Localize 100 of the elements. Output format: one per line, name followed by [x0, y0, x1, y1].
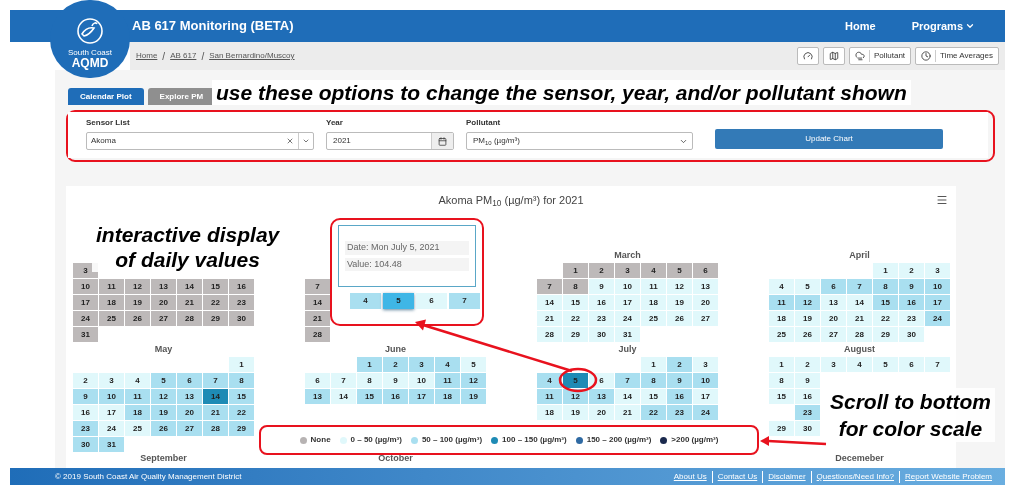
- day-cell[interactable]: 1: [357, 357, 382, 372]
- day-cell[interactable]: 8: [769, 373, 794, 388]
- day-cell[interactable]: 5: [873, 357, 898, 372]
- day-cell[interactable]: 11: [537, 389, 562, 404]
- day-cell[interactable]: 18: [537, 405, 562, 420]
- day-cell[interactable]: 5: [383, 293, 414, 309]
- day-cell[interactable]: 29: [229, 421, 254, 436]
- day-cell[interactable]: 10: [615, 279, 640, 294]
- day-cell[interactable]: 3: [99, 373, 124, 388]
- day-cell[interactable]: 20: [177, 405, 202, 420]
- day-cell[interactable]: 20: [589, 405, 614, 420]
- day-cell[interactable]: 26: [125, 311, 150, 326]
- day-cell[interactable]: 11: [641, 279, 666, 294]
- nav-link[interactable]: Home: [845, 17, 876, 35]
- day-cell[interactable]: 1: [229, 357, 254, 372]
- day-cell[interactable]: 28: [847, 327, 872, 342]
- day-cell[interactable]: 11: [99, 279, 124, 294]
- day-cell[interactable]: 20: [821, 311, 846, 326]
- day-cell[interactable]: 2: [667, 357, 692, 372]
- day-cell[interactable]: 4: [537, 373, 562, 388]
- day-cell[interactable]: 22: [563, 311, 588, 326]
- day-cell[interactable]: 26: [667, 311, 692, 326]
- update-chart-button[interactable]: Update Chart: [715, 129, 943, 149]
- day-cell[interactable]: 13: [151, 279, 176, 294]
- day-cell[interactable]: 2: [795, 357, 820, 372]
- day-cell[interactable]: 20: [151, 295, 176, 310]
- day-cell[interactable]: 26: [795, 327, 820, 342]
- day-cell[interactable]: 23: [795, 405, 820, 420]
- day-cell[interactable]: 11: [125, 389, 150, 404]
- day-cell[interactable]: 1: [641, 357, 666, 372]
- day-cell[interactable]: 21: [847, 311, 872, 326]
- day-cell[interactable]: 31: [99, 437, 124, 452]
- day-cell[interactable]: 7: [537, 279, 562, 294]
- toolbar-button[interactable]: Time Averages: [915, 47, 999, 65]
- day-cell[interactable]: 10: [409, 373, 434, 388]
- pollutant-select[interactable]: PM$_{10}$ (µg/m³): [466, 132, 693, 150]
- day-cell[interactable]: 24: [99, 421, 124, 436]
- day-cell[interactable]: 5: [795, 279, 820, 294]
- day-cell[interactable]: 29: [769, 421, 794, 436]
- day-cell[interactable]: 4: [435, 357, 460, 372]
- day-cell[interactable]: 20: [693, 295, 718, 310]
- nav-link[interactable]: Programs: [911, 17, 975, 35]
- day-cell[interactable]: 14: [331, 389, 356, 404]
- day-cell[interactable]: 2: [589, 263, 614, 278]
- day-cell[interactable]: 11: [769, 295, 794, 310]
- breadcrumb-link[interactable]: AB 617: [170, 50, 197, 62]
- day-cell[interactable]: 18: [641, 295, 666, 310]
- day-cell[interactable]: 3: [821, 357, 846, 372]
- day-cell[interactable]: 19: [151, 405, 176, 420]
- day-cell[interactable]: 30: [795, 421, 820, 436]
- day-cell[interactable]: 28: [203, 421, 228, 436]
- day-cell[interactable]: 23: [667, 405, 692, 420]
- day-cell[interactable]: 6: [305, 373, 330, 388]
- day-cell[interactable]: 3: [615, 263, 640, 278]
- day-cell[interactable]: 13: [589, 389, 614, 404]
- day-cell[interactable]: 23: [899, 311, 924, 326]
- day-cell[interactable]: 8: [229, 373, 254, 388]
- day-cell[interactable]: 13: [177, 389, 202, 404]
- day-cell[interactable]: 8: [563, 279, 588, 294]
- day-cell[interactable]: 6: [821, 279, 846, 294]
- day-cell[interactable]: 12: [151, 389, 176, 404]
- day-cell[interactable]: 15: [203, 279, 228, 294]
- day-cell[interactable]: 13: [821, 295, 846, 310]
- breadcrumb-link[interactable]: Home: [136, 50, 158, 62]
- day-cell[interactable]: 22: [873, 311, 898, 326]
- day-cell[interactable]: 7: [847, 279, 872, 294]
- day-cell[interactable]: 31: [615, 327, 640, 342]
- day-cell[interactable]: 7: [203, 373, 228, 388]
- day-cell[interactable]: 17: [73, 295, 98, 310]
- toolbar-button[interactable]: [822, 47, 845, 65]
- day-cell[interactable]: 17: [693, 389, 718, 404]
- day-cell[interactable]: 9: [667, 373, 692, 388]
- day-cell[interactable]: 9: [795, 373, 820, 388]
- day-cell[interactable]: 10: [925, 279, 950, 294]
- day-cell[interactable]: 16: [667, 389, 692, 404]
- day-cell[interactable]: 19: [461, 389, 486, 404]
- day-cell[interactable]: 25: [99, 311, 124, 326]
- day-cell[interactable]: 4: [847, 357, 872, 372]
- day-cell[interactable]: 13: [693, 279, 718, 294]
- day-cell[interactable]: 21: [537, 311, 562, 326]
- day-cell[interactable]: 2: [383, 357, 408, 372]
- day-cell[interactable]: 16: [383, 389, 408, 404]
- day-cell[interactable]: 17: [615, 295, 640, 310]
- day-cell[interactable]: 25: [125, 421, 150, 436]
- day-cell[interactable]: 6: [899, 357, 924, 372]
- day-cell[interactable]: 16: [229, 279, 254, 294]
- day-cell[interactable]: 27: [821, 327, 846, 342]
- tab[interactable]: Calendar Plot: [68, 88, 144, 105]
- day-cell[interactable]: 19: [795, 311, 820, 326]
- day-cell[interactable]: 1: [563, 263, 588, 278]
- day-cell[interactable]: 12: [795, 295, 820, 310]
- day-cell[interactable]: 24: [925, 311, 950, 326]
- day-cell[interactable]: 6: [177, 373, 202, 388]
- day-cell[interactable]: 2: [899, 263, 924, 278]
- day-cell[interactable]: 1: [769, 357, 794, 372]
- day-cell[interactable]: 4: [641, 263, 666, 278]
- day-cell[interactable]: 30: [589, 327, 614, 342]
- toolbar-button[interactable]: [796, 47, 819, 65]
- day-cell[interactable]: 22: [203, 295, 228, 310]
- day-cell[interactable]: 23: [589, 311, 614, 326]
